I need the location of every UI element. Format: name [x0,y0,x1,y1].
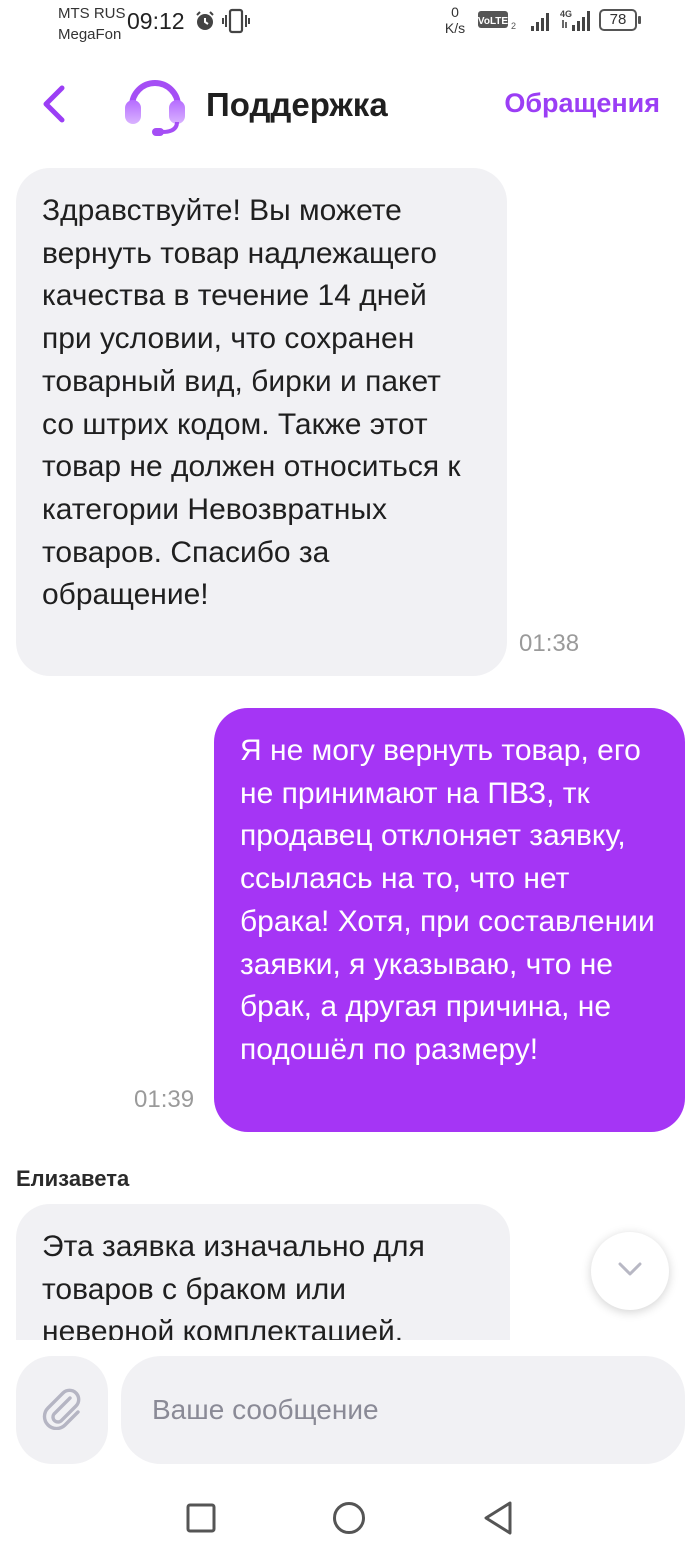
support-headset-icon [122,72,188,143]
message-composer [0,1340,700,1480]
status-bar: MTS RUS MegaFon 09:12 0 K/s VoLTE 2 4G 78 [0,0,700,46]
scroll-to-bottom-button[interactable] [591,1232,669,1310]
volte-icon: VoLTE 2 [478,9,518,36]
carrier-1: MTS RUS [58,5,126,22]
paperclip-icon [40,1386,84,1435]
home-icon[interactable] [332,1501,366,1540]
attach-button[interactable] [16,1356,108,1464]
speed-unit: K/s [444,20,466,36]
message-sender-name: Елизавета [16,1166,130,1191]
network-type: 4G [560,9,572,19]
chat-messages: Здравствуйте! Вы можете вернуть товар на… [0,150,700,1340]
signal-4g-icon: 4G [560,8,594,37]
battery-indicator: 78 [599,9,641,31]
system-navigation-bar [0,1480,700,1556]
status-time: 09:12 [127,8,185,34]
chevron-down-icon [616,1260,644,1283]
back-triangle-icon[interactable] [482,1500,514,1541]
incoming-message: Здравствуйте! Вы можете вернуть товар на… [16,168,507,676]
speed-value: 0 [451,4,459,20]
chat-header: Поддержка Обращения [0,60,700,150]
message-input[interactable] [121,1356,685,1464]
appeals-link[interactable]: Обращения [504,88,660,119]
back-arrow-icon[interactable] [38,84,70,129]
carrier-names: MTS RUS MegaFon [58,3,126,45]
network-speed: 0 K/s [440,4,470,36]
volte-label: VoLTE [478,16,508,27]
message-time: 01:38 [519,630,580,657]
signal-strength-icon [530,10,554,37]
carrier-2: MegaFon [58,26,122,43]
svg-text:2: 2 [511,21,516,31]
message-time: 01:39 [134,1086,195,1113]
outgoing-message: Я не могу вернуть товар, его не принимаю… [214,708,685,1132]
recent-apps-icon[interactable] [186,1503,216,1538]
vibrate-icon [222,8,250,39]
incoming-message: Эта заявка изначально для товаров с брак… [16,1204,510,1340]
page-title: Поддержка [206,86,388,123]
alarm-icon [194,10,216,37]
